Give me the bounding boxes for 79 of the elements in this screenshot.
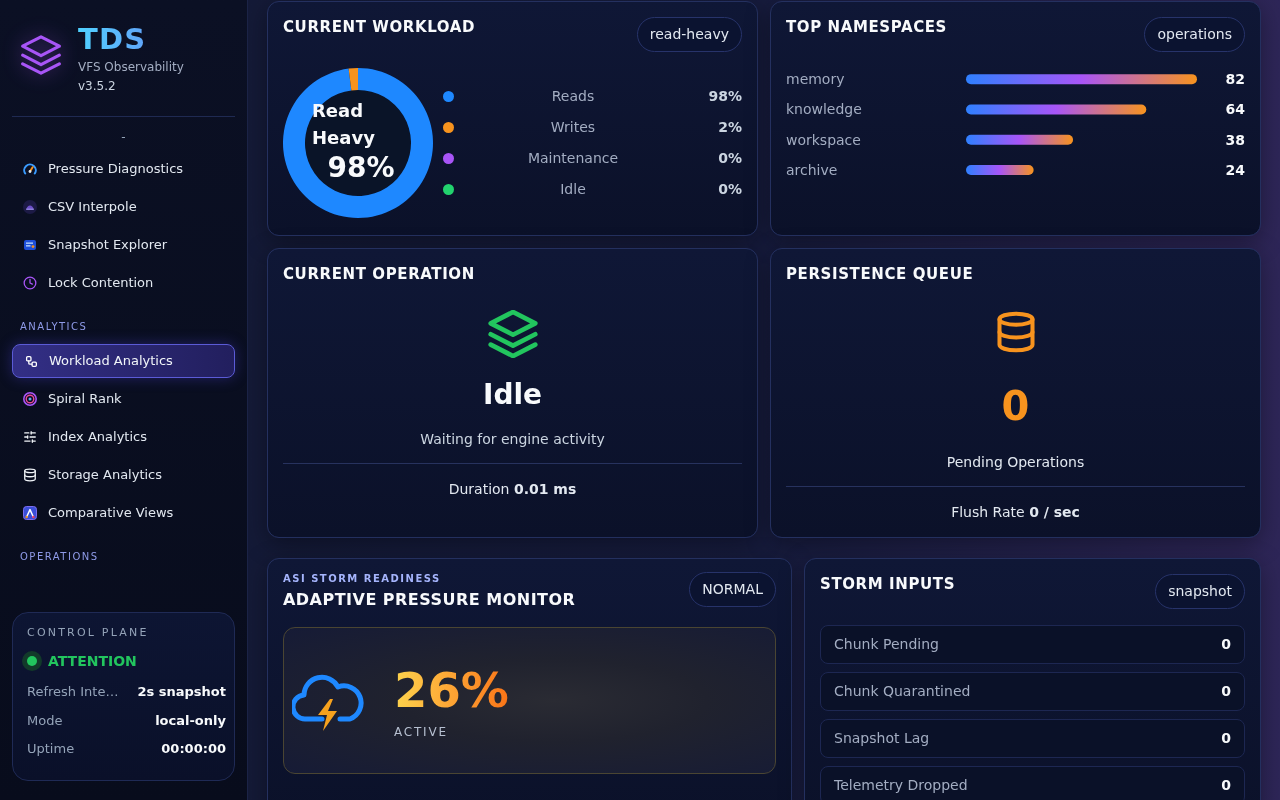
brand-subtitle: VFS Observability [78,59,184,76]
layers-logo-icon [21,35,61,75]
gauge-icon [23,162,37,176]
input-label: Telemetry Dropped [834,776,968,795]
info-label: Mode [27,711,63,730]
nav-item[interactable]: CSV Interpole [12,190,235,224]
eyebrow-label: ASI STORM READINESS [283,572,442,585]
card-title: CURRENT OPERATION [283,264,476,284]
sliders-icon [23,430,37,444]
duration-text: Duration 0.01 ms [448,480,577,499]
nav-item[interactable]: Pressure Diagnostics [12,152,235,186]
pressure-status: ACTIVE [394,723,449,740]
category-label: memory [786,71,845,88]
bar [966,165,1034,176]
operation-message: Waiting for engine activity [420,430,605,449]
donut-center-label: Read Heavy [312,99,376,150]
pending-label: Pending Operations [946,453,1085,472]
nav-item[interactable]: Spiral Rank [12,382,235,416]
card-title: CURRENT WORKLOAD [283,17,476,37]
nav-item[interactable]: Index Analytics [12,420,235,454]
input-value: 0 [1221,729,1231,748]
card-title: TOP NAMESPACES [786,17,948,37]
pressure-badge: NORMAL [689,572,776,607]
card-title: PERSISTENCE QUEUE [786,264,975,284]
card-title: ADAPTIVE PRESSURE MONITOR [283,589,576,611]
dome-icon [23,200,37,214]
status-dot-icon [22,651,42,671]
input-label: Chunk Quarantined [834,682,971,701]
nav-item[interactable]: Comparative Views [12,496,235,530]
value-label: 64 [1225,101,1245,118]
info-value: local-only [155,711,226,730]
category-label: knowledge [786,101,862,118]
legend-label: Idle [559,180,587,200]
input-value: 0 [1221,776,1231,795]
legend-value: 98% [707,86,742,106]
nav-item[interactable]: Snapshot Explorer [12,228,235,262]
category-label: workspace [786,131,861,148]
nav-item[interactable]: Lock Contention [12,266,235,300]
spiral-icon [23,392,37,406]
category-label: archive [786,162,838,179]
version-label: v3.5.2 [78,78,117,95]
legend-value: 2% [717,117,742,137]
value-label: 82 [1225,71,1245,88]
legend-label: Maintenance [526,149,620,169]
operation-state: Idle [482,378,543,412]
info-label: Uptime [27,740,75,758]
storm-badge: snapshot [1155,574,1245,609]
legend-value: 0% [717,149,742,169]
pending-count: 0 [1001,382,1030,430]
card-heading: CONTROL PLANE [27,624,150,641]
status-label: ATTENTION [48,651,137,671]
info-value: 2s snapshot [137,683,226,701]
legend-value: 0% [717,180,742,200]
card-title: STORM INPUTS [820,574,956,594]
section-heading: OPERATIONS [20,550,100,564]
info-value: 00:00:00 [161,740,226,758]
namespaces-badge: operations [1144,17,1245,52]
network-icon [25,354,38,368]
chart-tile-icon [23,506,37,520]
legend-label: Reads [550,86,596,106]
input-value: 0 [1221,635,1231,654]
value-label: 24 [1225,162,1245,179]
value-label: 38 [1225,131,1245,148]
flush-rate-text: Flush Rate 0 / sec [951,503,1080,522]
legend-label: Writes [549,117,597,137]
section-label: - [121,129,126,145]
nav-item[interactable]: Workload Analytics [12,344,235,378]
donut-center-value: 98% [327,151,395,185]
section-heading: ANALYTICS [20,320,89,334]
database-icon [23,468,37,482]
info-label: Refresh Inte… [27,683,119,701]
input-value: 0 [1221,682,1231,701]
clock-icon [23,276,37,290]
input-label: Chunk Pending [834,635,939,654]
input-label: Snapshot Lag [834,729,930,748]
card-icon [23,238,37,252]
nav-item[interactable]: Storage Analytics [12,458,235,492]
workload-badge: read-heavy [636,17,742,52]
layers-icon [487,310,538,358]
